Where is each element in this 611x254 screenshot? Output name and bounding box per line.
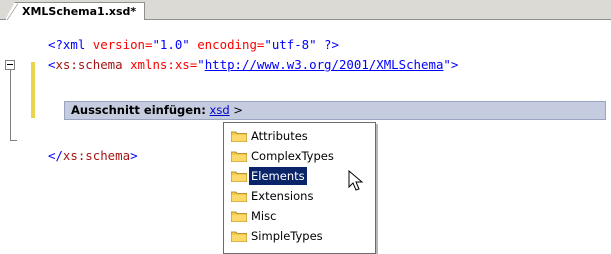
breadcrumb-arrow: >	[233, 103, 243, 117]
menu-item-label: Elements	[249, 167, 307, 185]
collapse-icon[interactable]	[5, 60, 15, 70]
folder-icon	[231, 171, 247, 182]
editor-gutter	[0, 20, 30, 253]
folder-icon	[231, 191, 247, 202]
menu-item-elements[interactable]: Elements	[227, 167, 367, 185]
folder-icon	[231, 211, 247, 222]
menu-item-extensions[interactable]: Extensions	[227, 187, 367, 205]
menu-item-label: ComplexTypes	[251, 149, 334, 163]
folder-icon	[231, 131, 247, 142]
menu-item-label: Misc	[251, 209, 277, 223]
folder-icon	[231, 151, 247, 162]
insert-snippet-label: Ausschnitt einfügen:	[71, 103, 206, 117]
menu-item-attributes[interactable]: Attributes	[227, 127, 367, 145]
fold-line	[10, 70, 11, 140]
menu-item-simpletypes[interactable]: SimpleTypes	[227, 227, 367, 245]
mouse-pointer-icon	[348, 169, 364, 196]
code-line-schema-open: <xs:schema xmlns:xs="http://www.w3.org/2…	[48, 57, 459, 72]
fold-end	[10, 140, 17, 141]
tab-title: XMLSchema1.xsd*	[22, 5, 137, 18]
tab-strip: XMLSchema1.xsd*	[0, 0, 611, 20]
snippet-xsd-link[interactable]: xsd	[210, 103, 230, 117]
tab-xmlschema1[interactable]: XMLSchema1.xsd*	[5, 2, 146, 20]
code-line-schema-close: </xs:schema>	[48, 148, 138, 163]
menu-item-misc[interactable]: Misc	[227, 207, 367, 225]
schema-url-link[interactable]: http://www.w3.org/2001/XMLSchema	[205, 57, 444, 72]
menu-item-label: Attributes	[251, 129, 308, 143]
menu-item-complextypes[interactable]: ComplexTypes	[227, 147, 367, 165]
change-indicator	[31, 62, 35, 118]
insert-snippet-bar: Ausschnitt einfügen: xsd >	[64, 101, 606, 120]
menu-item-label: SimpleTypes	[251, 229, 323, 243]
menu-item-label: Extensions	[251, 189, 314, 203]
folder-icon	[231, 231, 247, 242]
code-line-xml-declaration: <?xml version="1.0" encoding="utf-8" ?>	[48, 37, 339, 52]
